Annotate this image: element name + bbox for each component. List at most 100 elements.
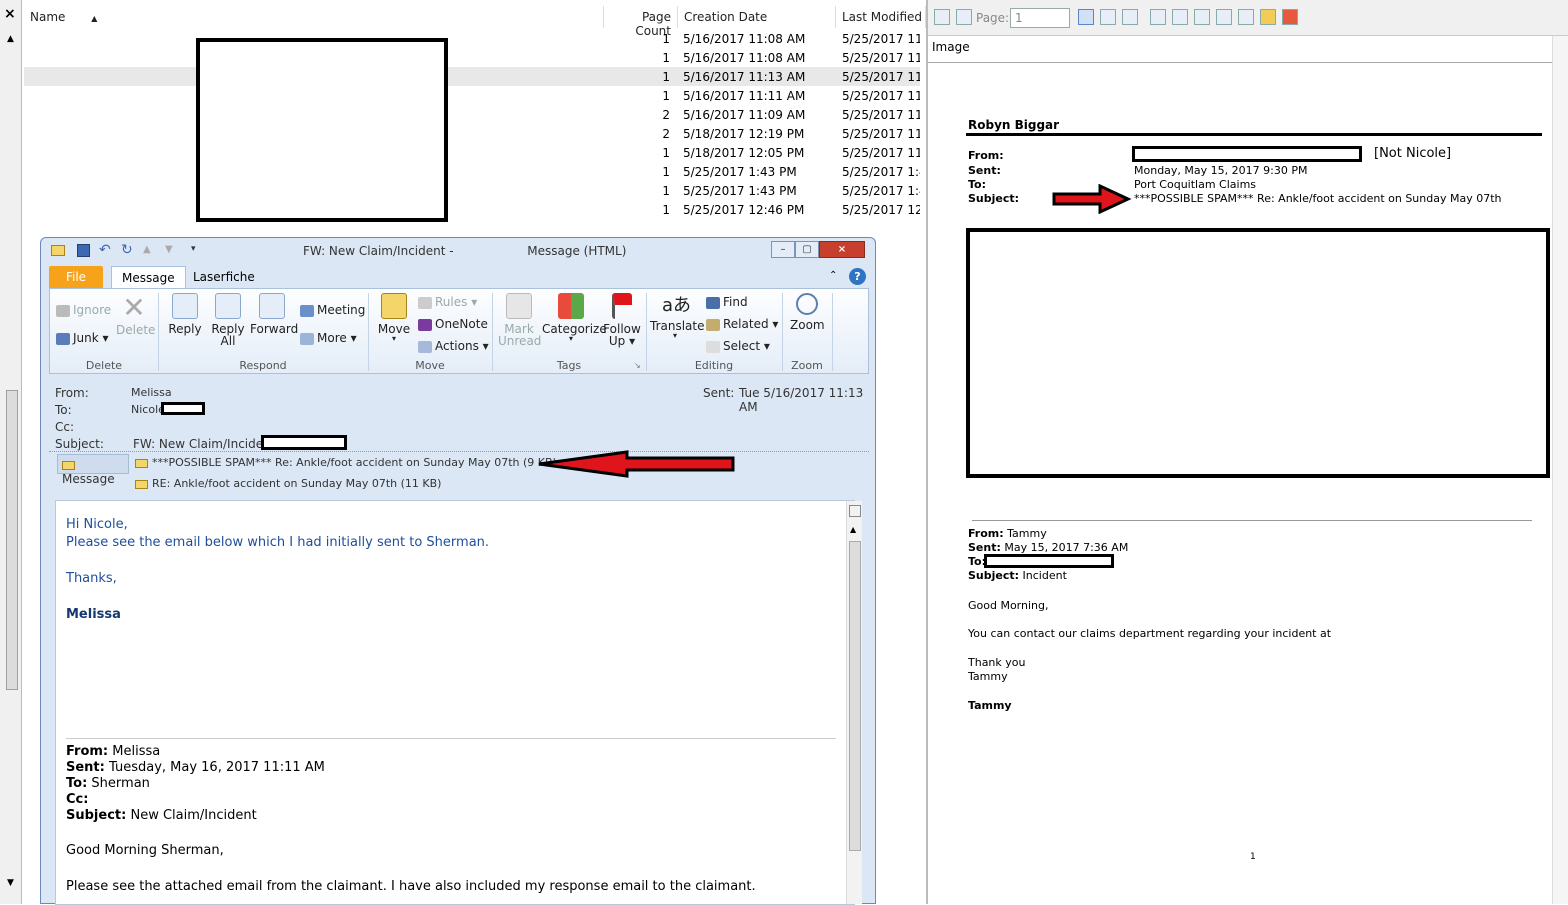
forward-button[interactable]: Forward	[250, 293, 299, 336]
rules-label: Rules	[435, 295, 468, 309]
minimize-button[interactable]: –	[771, 241, 795, 258]
header-to-value[interactable]: Nicole	[131, 403, 165, 416]
vertical-scrollbar[interactable]	[1552, 36, 1568, 904]
forward-label: Forward	[250, 322, 299, 336]
left-panel-strip: × ▲ ▼	[0, 0, 22, 904]
up-arrow-icon[interactable]: ▲	[7, 34, 14, 44]
column-header-last-modified[interactable]: Last Modified	[836, 6, 926, 28]
find-button[interactable]: Find	[706, 295, 748, 309]
hand-pan-icon[interactable]	[1100, 9, 1116, 25]
scrollbar-thumb[interactable]	[6, 390, 18, 690]
ignore-button[interactable]: Ignore	[56, 303, 111, 317]
scroll-thumb[interactable]	[849, 541, 861, 851]
creation-date-cell: 5/16/2017 11:11 AM	[683, 89, 806, 103]
onenote-button[interactable]: OneNote	[418, 317, 488, 331]
meeting-button[interactable]: Meeting	[300, 303, 365, 317]
redaction-box	[966, 228, 1550, 478]
file-row[interactable]: 2017-05-15 Re Ankle foot15/16/2017 11:08…	[24, 29, 920, 48]
file-row[interactable]: 2017-05-17 New Claim from15/18/2017 12:0…	[24, 143, 920, 162]
close-icon[interactable]: ×	[4, 6, 16, 22]
file-row[interactable]: 2017-05-25 RE Ankle foot a15/25/2017 12:…	[24, 200, 920, 219]
file-row[interactable]: 2017-05-23 RE MIA Claim15/25/2017 1:43 P…	[24, 162, 920, 181]
zoom-in-icon[interactable]	[1122, 9, 1138, 25]
column-header-page-count[interactable]: Page Count	[604, 6, 678, 38]
close-button[interactable]: ×	[819, 241, 865, 258]
move-button[interactable]: Move ▾	[374, 293, 414, 343]
header-sent-label: Sent:	[703, 386, 735, 400]
creation-date-cell: 5/18/2017 12:19 PM	[683, 127, 805, 141]
download-icon[interactable]	[934, 9, 950, 25]
select-button[interactable]: Select ▾	[706, 339, 770, 353]
rules-button[interactable]: Rules ▾	[418, 295, 477, 309]
file-row[interactable]: 2017-05-16 FW New Claim15/16/2017 11:13 …	[24, 67, 920, 86]
column-header-creation-date[interactable]: Creation Date	[678, 6, 836, 28]
viewer-page: Robyn Biggar From: [Not Nicole] Sent: Mo…	[928, 64, 1568, 904]
message-body[interactable]: Hi Nicole, Please see the email below wh…	[55, 500, 862, 905]
help-icon[interactable]: ?	[849, 268, 866, 285]
rules-icon	[418, 296, 432, 309]
categorize-button[interactable]: Categorize ▾	[542, 293, 607, 343]
previous-item-icon[interactable]: ▲	[143, 244, 151, 255]
file-row[interactable]: 2017-05-16 New Claim Inci15/16/2017 11:1…	[24, 86, 920, 105]
redo-icon[interactable]: ↻	[121, 242, 133, 258]
file-row[interactable]: 2017-05-25 FW MIA Claim15/25/2017 1:43 P…	[24, 181, 920, 200]
dialog-launcher-icon[interactable]: ↘	[634, 361, 641, 370]
tab-message[interactable]: Message	[111, 266, 186, 288]
translate-icon: aあ	[662, 295, 692, 316]
message-tab-button[interactable]: Message	[57, 454, 129, 486]
ribbon-separator	[832, 293, 833, 371]
body-line: Please see the email below which I had i…	[66, 535, 490, 550]
reply-all-button[interactable]: Reply All	[208, 293, 248, 348]
translate-button[interactable]: aあ Translate ▾	[650, 293, 705, 340]
zoom-button[interactable]: Zoom	[790, 293, 825, 332]
ribbon: Ignore Junk ▾ ✕ Delete Delete Reply Reply…	[49, 288, 869, 374]
maximize-button[interactable]: ▢	[795, 241, 819, 258]
delete-button[interactable]: ✕ Delete	[116, 291, 155, 338]
customize-toolbar-icon[interactable]: ▾	[191, 244, 196, 254]
save-icon[interactable]	[77, 244, 90, 257]
reply-button[interactable]: Reply	[164, 293, 206, 336]
last-modified-cell: 5/25/2017 1:43	[842, 165, 920, 179]
text-view-icon[interactable]	[1172, 9, 1188, 25]
actions-icon	[418, 340, 432, 353]
column-header-name[interactable]: Name ▲	[24, 6, 604, 28]
follow-up-button[interactable]: Follow Up ▾	[602, 293, 642, 348]
forward-subject-value: New Claim/Incident	[130, 808, 257, 823]
settings-gear-icon[interactable]	[1282, 9, 1298, 25]
page-number-input[interactable]: 1	[1010, 8, 1070, 28]
select-pointer-icon[interactable]	[1078, 9, 1094, 25]
page-count-cell: 1	[662, 203, 670, 217]
more-button[interactable]: More ▾	[300, 331, 357, 345]
junk-button[interactable]: Junk ▾	[56, 331, 109, 345]
select-label: Select	[723, 339, 761, 353]
scroll-settings-icon[interactable]	[849, 505, 861, 517]
file-row[interactable]: 2017-05-16 RE New Claim I25/18/2017 12:1…	[24, 124, 920, 143]
undo-icon[interactable]: ↶	[99, 242, 111, 258]
mark-unread-button[interactable]: Mark Unread	[498, 293, 541, 348]
doc-separator	[972, 520, 1532, 521]
body-scrollbar[interactable]: ▲	[846, 501, 862, 904]
folder-icon[interactable]	[1260, 9, 1276, 25]
page-layout-icon[interactable]	[1194, 9, 1210, 25]
document-icon[interactable]	[1238, 9, 1254, 25]
thumbnail-view-icon[interactable]	[1150, 9, 1166, 25]
down-arrow-icon[interactable]: ▼	[7, 878, 14, 888]
categorize-icon	[558, 293, 584, 319]
tab-laserfiche[interactable]: Laserfiche	[183, 266, 265, 288]
header-from-value[interactable]: Melissa	[131, 386, 172, 399]
next-item-icon[interactable]: ▼	[165, 244, 173, 255]
attachment-re-email[interactable]: RE: Ankle/foot accident on Sunday May 07…	[135, 477, 441, 490]
doc-signature: Tammy	[968, 699, 1012, 712]
file-row[interactable]: 2017-05-15 FW Website Me15/16/2017 11:08…	[24, 48, 920, 67]
upload-icon[interactable]	[956, 9, 972, 25]
actions-button[interactable]: Actions ▾	[418, 339, 489, 353]
split-view-icon[interactable]	[1216, 9, 1232, 25]
attachment-spam-email[interactable]: ***POSSIBLE SPAM*** Re: Ankle/foot accid…	[135, 456, 557, 469]
collapse-ribbon-icon[interactable]: ⌃	[829, 270, 837, 281]
body-greeting: Hi Nicole,	[66, 517, 128, 532]
tab-file[interactable]: File	[49, 266, 103, 288]
scroll-up-icon[interactable]: ▲	[850, 525, 856, 534]
delete-x-icon: ✕	[122, 291, 146, 324]
related-button[interactable]: Related ▾	[706, 317, 778, 331]
file-row[interactable]: 2017-05-16 RE Ankle foot a25/16/2017 11:…	[24, 105, 920, 124]
